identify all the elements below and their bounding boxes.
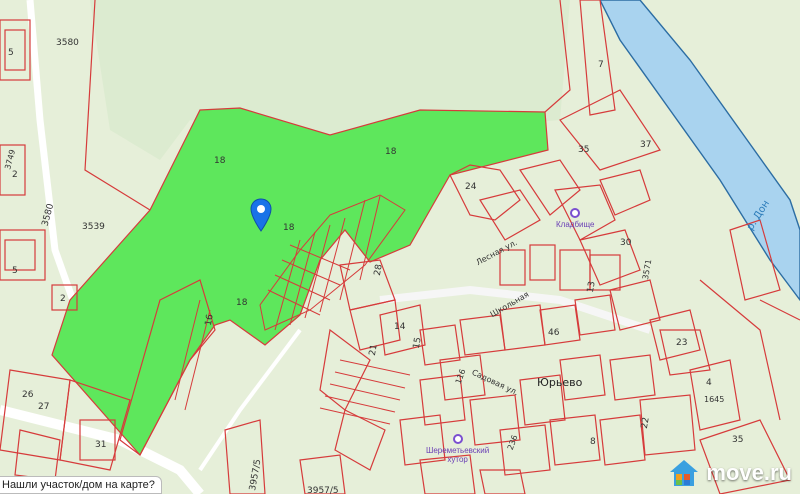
poi-name: Шереметьевский — [426, 446, 490, 455]
parcel-label: 3539 — [82, 222, 105, 232]
parcel-label: 1645 — [704, 395, 725, 404]
parcel-label: 28 — [372, 263, 385, 277]
poi-name: Кладбище — [556, 220, 595, 229]
parcel-label: 5 — [8, 48, 14, 58]
parcel-label: 46 — [548, 328, 560, 338]
parcel-label: 18 — [385, 147, 397, 157]
brand-logo[interactable]: move.ru — [668, 458, 792, 488]
parcel-label: 23 — [676, 338, 688, 348]
parcel-label: 30 — [620, 238, 632, 248]
poi-cemetery[interactable]: Кладбище — [556, 208, 594, 229]
parcel-label: 37 — [640, 140, 652, 150]
poi-sub: хутор — [447, 455, 468, 464]
parcel-label: 3957/5 — [307, 486, 339, 494]
poi-icon — [570, 208, 581, 218]
poi-khutor[interactable]: Шереметьевский хутор — [426, 434, 489, 464]
parcel-label: 15 — [411, 336, 424, 350]
house-logo-icon — [670, 460, 699, 486]
parcel-label: 18 — [214, 156, 226, 166]
parcel-label: 5 — [12, 266, 18, 276]
cadastral-map[interactable]: 3580 3580 3539 18 18 18 18 16 7 35 37 35… — [0, 0, 800, 494]
found-plot-question[interactable]: Нашли участок/дом на карте? — [0, 476, 162, 494]
parcel-label: 13 — [585, 280, 598, 294]
parcel-label: 18 — [236, 298, 248, 308]
parcel-label: 2 — [12, 170, 18, 180]
parcel-label: 3580 — [56, 38, 79, 48]
parcel-label: 22 — [639, 416, 652, 430]
parcel-label: 26 — [22, 390, 34, 400]
parcel-label: 35 — [578, 145, 590, 155]
map-canvas[interactable] — [0, 0, 800, 494]
parcel-label: 35 — [732, 435, 744, 445]
parcel-label: 14 — [394, 322, 406, 332]
parcel-label: 21 — [367, 343, 380, 357]
parcel-label: 24 — [465, 182, 477, 192]
location-pin-icon[interactable] — [250, 198, 272, 232]
parcel-label: 18 — [283, 223, 295, 233]
parcel-label: 8 — [590, 437, 596, 447]
parcel-label: 7 — [598, 60, 604, 70]
village-label: Юрьево — [537, 376, 583, 389]
parcel-label: 27 — [38, 402, 50, 412]
poi-icon — [452, 434, 463, 444]
parcel-label: 4 — [706, 378, 712, 388]
parcel-label: 2 — [60, 294, 66, 304]
parcel-label: 31 — [95, 440, 107, 450]
brand-name: move.ru — [706, 460, 792, 485]
parcel-label: 16 — [203, 313, 216, 327]
